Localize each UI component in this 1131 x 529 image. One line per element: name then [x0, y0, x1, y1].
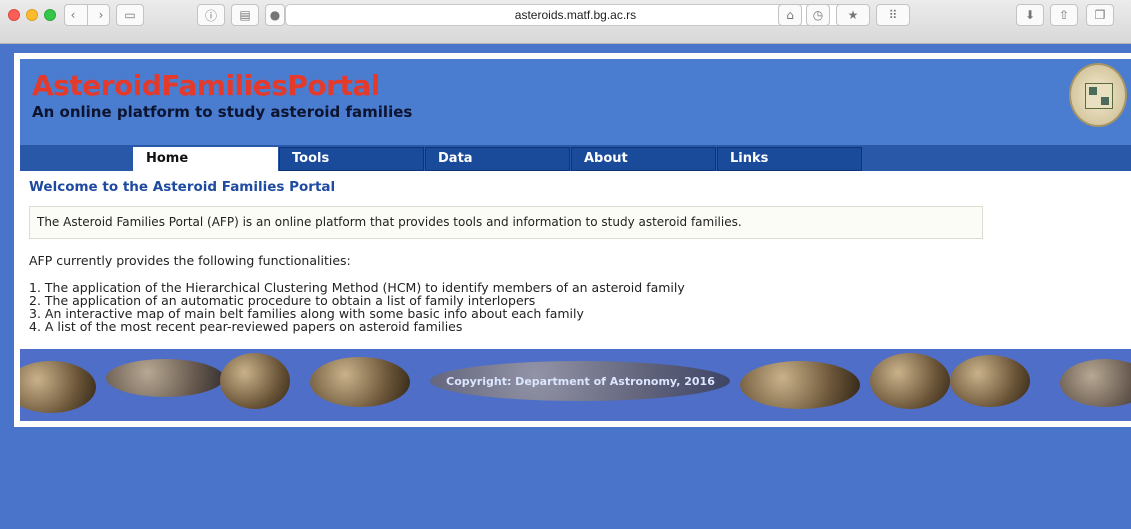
functionalities-lead: AFP currently provides the following fun…	[29, 253, 351, 268]
main-nav: Home Tools Data About Links	[20, 145, 1131, 171]
copyright-text: Copyright: Department of Astronomy, 2016	[446, 375, 715, 388]
adblock-icon[interactable]: ●	[265, 4, 285, 26]
info-icon[interactable]: ⓘ	[197, 4, 225, 26]
nav-tab-tools[interactable]: Tools	[279, 147, 424, 171]
history-nav: ‹ ›	[64, 4, 110, 26]
minimize-window-button[interactable]	[26, 9, 38, 21]
download-icon[interactable]: ⬇	[1016, 4, 1044, 26]
grid-icon[interactable]: ⠿	[876, 4, 910, 26]
nav-tab-links[interactable]: Links	[717, 147, 862, 171]
site-footer: Copyright: Department of Astronomy, 2016	[20, 349, 1131, 421]
functionalities-list: 1. The application of the Hierarchical C…	[29, 281, 685, 333]
nav-divider	[86, 4, 88, 26]
site-title[interactable]: AsteroidFamiliesPortal	[32, 69, 380, 102]
history-icon[interactable]: ◷	[806, 4, 830, 26]
main-content: Welcome to the Asteroid Families Portal …	[29, 179, 1119, 333]
tabs-icon[interactable]: ❐	[1086, 4, 1114, 26]
print-icon[interactable]: ▤	[231, 4, 259, 26]
site-header: AsteroidFamiliesPortal An online platfor…	[20, 59, 1131, 171]
site-subtitle: An online platform to study asteroid fam…	[32, 103, 413, 121]
intro-box: The Asteroid Families Portal (AFP) is an…	[29, 206, 983, 239]
forward-icon[interactable]: ›	[99, 8, 104, 22]
share-icon[interactable]: ⇧	[1050, 4, 1078, 26]
nav-tab-about[interactable]: About	[571, 147, 716, 171]
browser-toolbar: ‹ › ▭ ⓘ ▤ ● asteroids.matf.bg.ac.rs ↻ ⌂ …	[0, 0, 1131, 44]
home-icon[interactable]: ⌂	[778, 4, 802, 26]
sidebar-icon[interactable]: ▭	[116, 4, 144, 26]
university-seal-icon	[1069, 63, 1127, 127]
bookmark-icon[interactable]: ★	[836, 4, 870, 26]
close-window-button[interactable]	[8, 9, 20, 21]
seal-emblem	[1085, 83, 1113, 109]
back-icon[interactable]: ‹	[71, 8, 76, 22]
page-heading: Welcome to the Asteroid Families Portal	[29, 179, 336, 195]
page-frame: AsteroidFamiliesPortal An online platfor…	[14, 53, 1131, 427]
zoom-window-button[interactable]	[44, 9, 56, 21]
url-text: asteroids.matf.bg.ac.rs	[514, 8, 637, 22]
nav-tab-data[interactable]: Data	[425, 147, 570, 171]
nav-tab-home[interactable]: Home	[133, 147, 278, 171]
list-item: 4. A list of the most recent pear-review…	[29, 319, 463, 334]
